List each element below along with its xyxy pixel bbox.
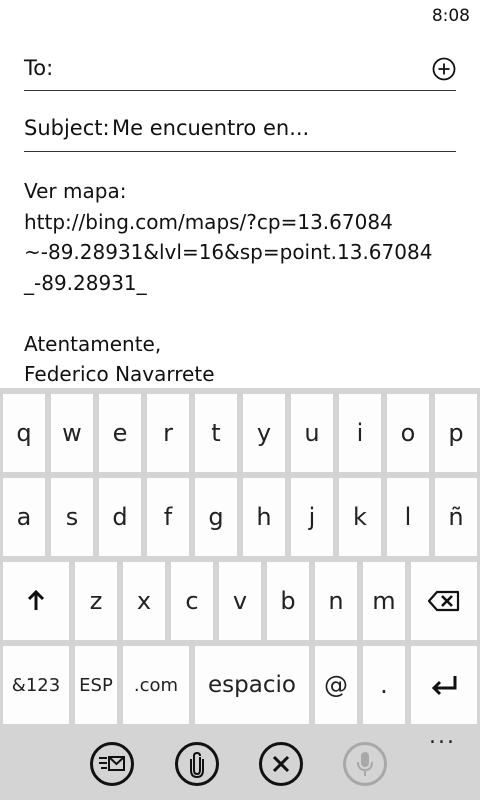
key-c[interactable]: c (171, 562, 213, 640)
status-time: 8:08 (431, 6, 470, 26)
send-button[interactable] (90, 742, 134, 786)
key-g[interactable]: g (195, 478, 237, 556)
body-line: http://bing.com/maps/?cp=13.67084 (24, 209, 393, 234)
key-l[interactable]: l (387, 478, 429, 556)
dotcom-key[interactable]: .com (123, 646, 189, 724)
key-v[interactable]: v (219, 562, 261, 640)
language-key[interactable]: ESP (75, 646, 117, 724)
body-line: Federico Navarrete (24, 362, 215, 386)
shift-arrow-icon (27, 590, 45, 610)
key-k[interactable]: k (339, 478, 381, 556)
key-f[interactable]: f (147, 478, 189, 556)
key-j[interactable]: j (291, 478, 333, 556)
key-w[interactable]: w (51, 394, 93, 472)
key-i[interactable]: i (339, 394, 381, 472)
more-options-button[interactable]: ... (429, 726, 456, 748)
subject-value[interactable]: Me encuentro en... (112, 116, 309, 140)
attach-icon (190, 751, 204, 778)
key-r[interactable]: r (147, 394, 189, 472)
body-line: Ver mapa: (24, 179, 127, 203)
microphone-icon (357, 752, 373, 776)
subject-field[interactable]: Subject: Me encuentro en... (24, 114, 456, 152)
to-field[interactable]: To: (24, 54, 456, 91)
discard-icon (272, 755, 290, 773)
period-key[interactable]: . (363, 646, 405, 724)
key-m[interactable]: m (363, 562, 405, 640)
to-label: To: (24, 56, 54, 80)
key-e[interactable]: e (99, 394, 141, 472)
key-t[interactable]: t (195, 394, 237, 472)
add-recipient-icon[interactable] (432, 57, 456, 81)
key-q[interactable]: q (3, 394, 45, 472)
backspace-key[interactable] (411, 562, 477, 640)
send-icon (99, 756, 125, 771)
key-x[interactable]: x (123, 562, 165, 640)
key-u[interactable]: u (291, 394, 333, 472)
key-s[interactable]: s (51, 478, 93, 556)
body-line: _-89.28931_ (24, 270, 147, 295)
dictate-button (343, 742, 387, 786)
key-d[interactable]: d (99, 478, 141, 556)
key-n[interactable]: n (315, 562, 357, 640)
at-key[interactable]: @ (315, 646, 357, 724)
enter-icon (431, 676, 457, 696)
key-b[interactable]: b (267, 562, 309, 640)
backspace-icon (428, 590, 460, 612)
shift-key[interactable] (3, 562, 69, 640)
message-body[interactable]: Ver mapa: http://bing.com/maps/?cp=13.67… (24, 176, 464, 390)
discard-button[interactable] (259, 742, 303, 786)
key-p[interactable]: p (435, 394, 477, 472)
key-h[interactable]: h (243, 478, 285, 556)
enter-key[interactable] (411, 646, 477, 724)
key-n-tilde[interactable]: ñ (435, 478, 477, 556)
body-line: Atentamente, (24, 331, 162, 356)
key-z[interactable]: z (75, 562, 117, 640)
symbols-key[interactable]: &123 (3, 646, 69, 724)
keyboard: q w e r t y u i o p a s d f g h j k l ñ … (0, 388, 480, 724)
body-line: ~-89.28931&lvl=16&sp=point.13.67084 (24, 240, 433, 264)
key-y[interactable]: y (243, 394, 285, 472)
space-key[interactable]: espacio (195, 646, 309, 724)
subject-label: Subject: (24, 116, 110, 140)
key-o[interactable]: o (387, 394, 429, 472)
attach-button[interactable] (175, 742, 219, 786)
app-bar: ... (0, 724, 480, 800)
body-line (24, 298, 464, 329)
key-a[interactable]: a (3, 478, 45, 556)
